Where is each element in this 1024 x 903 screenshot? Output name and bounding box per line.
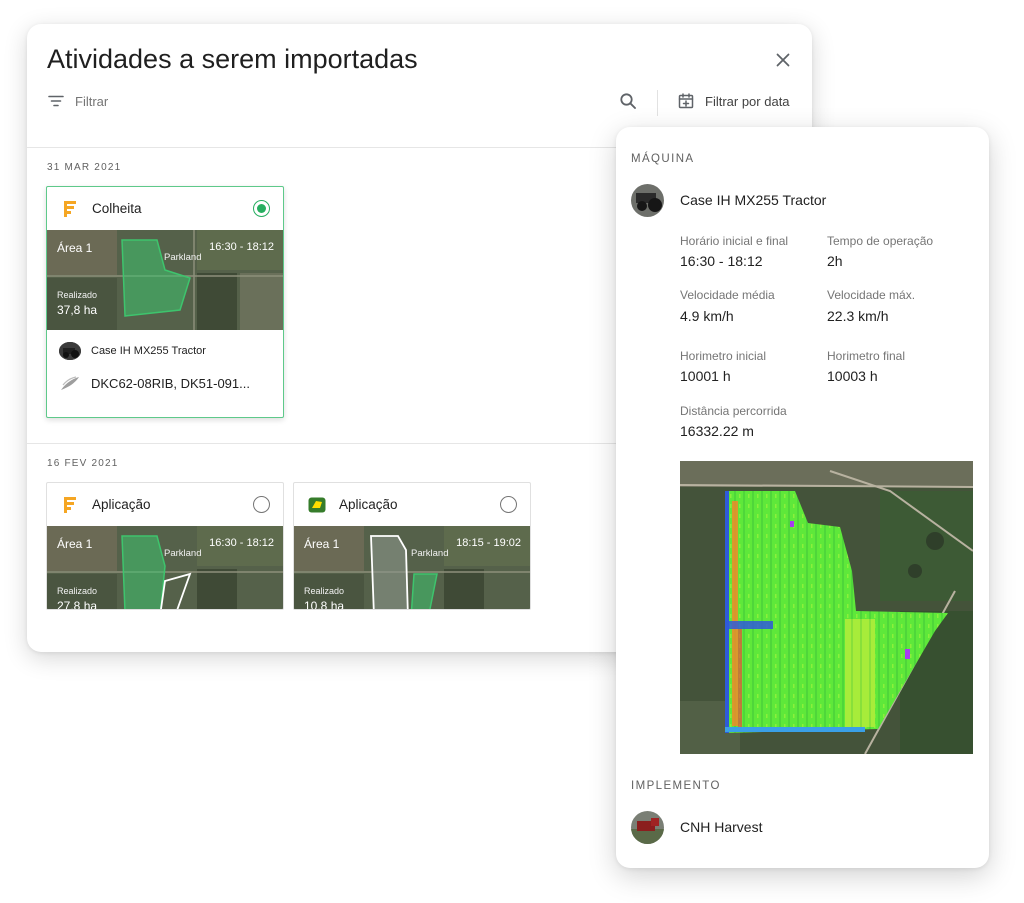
filter-list-icon xyxy=(48,95,64,107)
start-end-value: 16:30 - 18:12 xyxy=(680,253,763,269)
john-deere-logo-icon xyxy=(308,497,326,513)
fuelling-logo-icon xyxy=(64,201,76,217)
area-label: Área 1 xyxy=(57,241,93,255)
search-icon xyxy=(620,93,636,109)
operation-label: Aplicação xyxy=(339,497,398,512)
seed-row: DKC62-08RIB, DK51-091... xyxy=(59,374,250,392)
filter-label: Filtrar xyxy=(75,93,109,109)
seed-leaf-icon xyxy=(61,376,79,390)
toolbar-divider xyxy=(657,90,658,116)
operation-path-map xyxy=(680,461,973,754)
field-map: Área 1 16:30 - 18:12 Parkland Realizado … xyxy=(47,526,283,610)
activity-card[interactable]: Aplicação Área 1 18:15 - 19:02 Parkland … xyxy=(293,482,531,610)
tractor-avatar xyxy=(631,184,664,217)
realizado-label: Realizado xyxy=(57,586,98,596)
implement-name: CNH Harvest xyxy=(680,819,763,835)
date-header: 16 FEV 2021 xyxy=(47,458,119,469)
machine-detail-panel: MÁQUINA Case IH MX255 Tractor Horário in… xyxy=(616,127,989,868)
date-filter-label: Filtrar por data xyxy=(705,93,790,109)
card-header: Aplicação xyxy=(294,483,530,526)
hourmeter-start-label: Horimetro inicial xyxy=(680,349,767,363)
machine-row: Case IH MX255 Tractor xyxy=(59,342,206,360)
time-range: 18:15 - 19:02 xyxy=(456,537,521,549)
operation-time-value: 2h xyxy=(827,253,843,269)
realizado-label: Realizado xyxy=(57,290,98,300)
place-label: Parkland xyxy=(164,548,202,559)
realizado-value: 37,8 ha xyxy=(57,303,98,317)
realizado-value: 27,8 ha xyxy=(57,599,98,610)
fuelling-logo-icon xyxy=(64,497,76,513)
avg-speed-label: Velocidade média xyxy=(680,288,775,302)
activity-card[interactable]: Colheita Área 1 16:30 - 18:12 Parkland R… xyxy=(46,186,284,418)
select-radio[interactable] xyxy=(253,200,270,217)
operation-time-label: Tempo de operação xyxy=(827,234,934,248)
operation-label: Colheita xyxy=(92,201,142,216)
filter-button[interactable]: Filtrar xyxy=(47,90,108,112)
hourmeter-start-value: 10001 h xyxy=(680,368,731,384)
hourmeter-end-label: Horimetro final xyxy=(827,349,906,363)
max-speed-label: Velocidade máx. xyxy=(827,288,916,302)
close-button[interactable] xyxy=(771,48,795,72)
area-label: Área 1 xyxy=(304,537,340,551)
calendar-plus-icon xyxy=(678,93,694,109)
realizado-value: 10,8 ha xyxy=(304,599,345,610)
activity-card[interactable]: Aplicação Área 1 16:30 - 18:12 Parkland … xyxy=(46,482,284,610)
machine-name: Case IH MX255 Tractor xyxy=(680,192,827,208)
field-map: Área 1 18:15 - 19:02 Parkland Realizado … xyxy=(294,526,530,610)
select-radio[interactable] xyxy=(500,496,517,513)
machine-name: Case IH MX255 Tractor xyxy=(91,345,206,357)
search-button[interactable] xyxy=(617,90,639,112)
select-radio[interactable] xyxy=(253,496,270,513)
distance-value: 16332.22 m xyxy=(680,423,754,439)
start-end-label: Horário inicial e final xyxy=(680,234,789,248)
coverage-heatmap xyxy=(680,461,973,754)
place-label: Parkland xyxy=(411,548,449,559)
time-range: 16:30 - 18:12 xyxy=(209,537,274,549)
operation-label: Aplicação xyxy=(92,497,151,512)
date-header: 31 MAR 2021 xyxy=(47,162,122,173)
close-icon xyxy=(776,53,790,67)
hourmeter-end-value: 10003 h xyxy=(827,368,878,384)
realizado-label: Realizado xyxy=(304,586,345,596)
area-label: Área 1 xyxy=(57,537,93,551)
time-range: 16:30 - 18:12 xyxy=(209,241,274,253)
avg-speed-value: 4.9 km/h xyxy=(680,308,734,324)
implement-section-label: IMPLEMENTO xyxy=(631,780,721,792)
field-map: Área 1 16:30 - 18:12 Parkland Realizado … xyxy=(47,230,283,330)
place-label: Parkland xyxy=(164,252,202,263)
card-header: Aplicação xyxy=(47,483,283,526)
distance-label: Distância percorrida xyxy=(680,404,787,418)
tractor-avatar xyxy=(59,342,81,360)
harvester-avatar xyxy=(631,811,664,844)
modal-title: Atividades a serem importadas xyxy=(47,44,418,74)
max-speed-value: 22.3 km/h xyxy=(827,308,889,324)
machine-section-label: MÁQUINA xyxy=(631,153,695,165)
date-filter-button[interactable]: Filtrar por data xyxy=(677,90,790,112)
seed-list: DKC62-08RIB, DK51-091... xyxy=(91,375,250,391)
card-header: Colheita xyxy=(47,187,283,230)
